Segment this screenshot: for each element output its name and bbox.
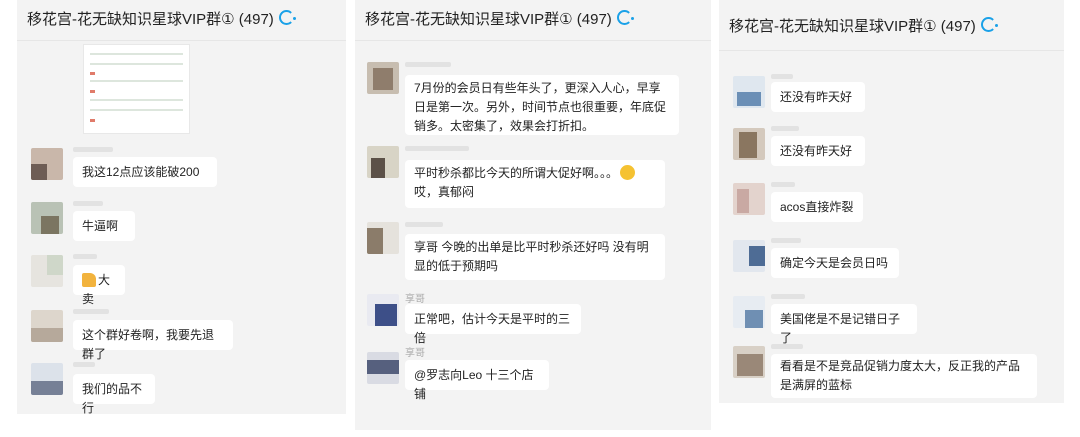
message-bubble[interactable]: 这个群好卷啊，我要先退群了: [73, 320, 233, 361]
message-text: 我这12点应该能破200: [82, 165, 200, 179]
message-bubble[interactable]: 还没有昨天好: [771, 136, 865, 166]
avatar[interactable]: [367, 146, 399, 178]
group-title: 移花宫-花无缺知识星球VIP群① (497): [365, 11, 612, 28]
message-bubble[interactable]: 牛逼啊: [73, 211, 135, 241]
thumbs-up-icon: [82, 273, 96, 287]
shared-image[interactable]: [83, 44, 190, 134]
message-bubble[interactable]: 我们的品不行: [73, 374, 155, 414]
chat-title-bar: 移花宫-花无缺知识星球VIP群① (497): [17, 0, 346, 41]
message-bubble[interactable]: 看看是不是竞品促销力度太大，反正我的产品是满屏的蓝标: [771, 354, 1037, 398]
message-bubble[interactable]: 确定今天是会员日吗: [771, 248, 899, 278]
message-text: 享哥 今晚的出单是比平时秒杀还好吗 没有明显的低于预期吗: [414, 240, 649, 273]
loop-icon[interactable]: [980, 17, 998, 32]
message-bubble[interactable]: acos直接炸裂: [771, 192, 863, 222]
avatar[interactable]: [31, 148, 63, 180]
loop-icon[interactable]: [278, 10, 296, 25]
message-text: 还没有昨天好: [780, 144, 853, 158]
message-text: acos直接炸裂: [780, 200, 854, 214]
message-bubble[interactable]: 享哥 今晚的出单是比平时秒杀还好吗 没有明显的低于预期吗: [405, 234, 665, 280]
message-bubble[interactable]: 美国佬是不是记错日子了: [771, 304, 917, 345]
chat-panel-2: 移花宫-花无缺知识星球VIP群① (497) 7月份的会员日有些年头了，更深入人…: [355, 0, 711, 430]
avatar[interactable]: [31, 363, 63, 395]
group-title: 移花宫-花无缺知识星球VIP群① (497): [27, 11, 274, 28]
group-title: 移花宫-花无缺知识星球VIP群① (497): [729, 18, 976, 35]
chat-title-bar: 移花宫-花无缺知识星球VIP群① (497): [355, 0, 711, 41]
avatar[interactable]: [733, 183, 765, 215]
message-bubble[interactable]: @罗志向Leo 十三个店铺: [405, 360, 549, 401]
message-bubble[interactable]: 大卖: [73, 265, 125, 306]
message-text: 我们的品不行: [82, 382, 143, 414]
message-text: 正常吧，估计今天是平时的三倍: [414, 312, 571, 345]
avatar[interactable]: [733, 128, 765, 160]
message-bubble[interactable]: 7月份的会员日有些年头了，更深入人心，早享日是第一次。另外，时间节点也很重要，年…: [405, 75, 679, 135]
chat-panel-1: 移花宫-花无缺知识星球VIP群① (497) 我这12点应该能破200 牛逼啊 …: [17, 0, 346, 414]
avatar[interactable]: [733, 76, 765, 108]
message-bubble[interactable]: 平时秒杀都比今天的所谓大促好啊。。。哎，真郁闷: [405, 160, 665, 208]
loop-icon[interactable]: [616, 10, 634, 25]
sender-name: 享哥: [405, 294, 425, 305]
message-text: 哎，真郁闷: [414, 185, 475, 199]
avatar[interactable]: [733, 296, 765, 328]
avatar[interactable]: [733, 240, 765, 272]
chat-title-bar: 移花宫-花无缺知识星球VIP群① (497): [719, 0, 1064, 51]
avatar[interactable]: [367, 222, 399, 254]
avatar[interactable]: [367, 352, 399, 384]
avatar[interactable]: [367, 62, 399, 94]
avatar[interactable]: [367, 294, 399, 326]
message-bubble[interactable]: 正常吧，估计今天是平时的三倍: [405, 304, 581, 345]
smile-icon: [620, 165, 636, 180]
message-text: 平时秒杀都比今天的所谓大促好啊。。。: [414, 166, 619, 180]
avatar[interactable]: [733, 346, 765, 378]
message-bubble[interactable]: 还没有昨天好: [771, 82, 865, 112]
avatar[interactable]: [31, 255, 63, 287]
chat-panel-3: 移花宫-花无缺知识星球VIP群① (497) 还没有昨天好 还没有昨天好 aco…: [719, 0, 1064, 403]
avatar[interactable]: [31, 310, 63, 342]
message-bubble[interactable]: 我这12点应该能破200: [73, 157, 217, 187]
avatar[interactable]: [31, 202, 63, 234]
message-text: 7月份的会员日有些年头了，更深入人心，早享日是第一次。另外，时间节点也很重要，年…: [414, 81, 667, 133]
message-text: 美国佬是不是记错日子了: [780, 312, 901, 345]
sender-name: 享哥: [405, 348, 425, 359]
message-text: 确定今天是会员日吗: [780, 256, 889, 270]
message-text: @罗志向Leo 十三个店铺: [414, 368, 534, 401]
message-text: 这个群好卷啊，我要先退群了: [82, 328, 215, 361]
message-text: 牛逼啊: [82, 219, 119, 233]
message-text: 还没有昨天好: [780, 90, 853, 104]
message-text: 看看是不是竞品促销力度太大，反正我的产品是满屏的蓝标: [780, 359, 1021, 392]
